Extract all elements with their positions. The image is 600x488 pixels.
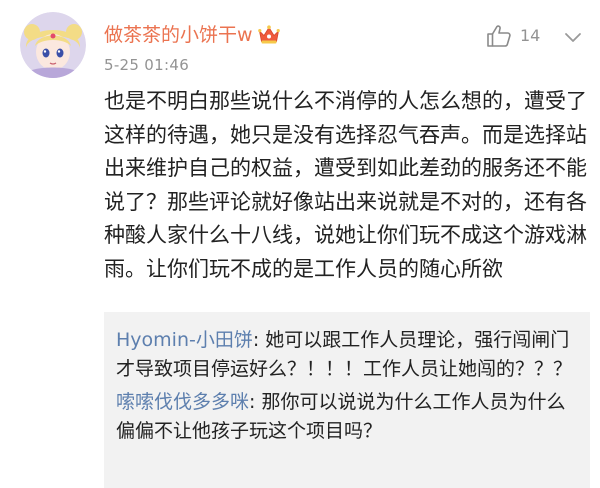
reply-item: Hyomin-小田饼: 她可以跟工作人员理论，强行闯闸门才导致项目停运好么？！！… [116,326,582,385]
comment-card: 做茶茶的小饼干w 5-25 01:46 14 也是不明白那些说什么不消停的人怎么… [0,0,600,488]
reply-item: 嗦嗦伐伐多多咪: 那你可以说说为什么工作人员为什么偏偏不让他孩子玩这个项目吗？ [116,388,582,447]
reply-separator: : [252,329,266,351]
username[interactable]: 做茶茶的小饼干w [104,22,253,48]
like-button[interactable]: 14 [486,24,540,48]
comment-body: 也是不明白那些说什么不消停的人怎么想的，遭受了这样的待遇，她只是没有选择忍气吞声… [104,89,587,281]
more-options-button[interactable] [562,28,584,48]
comment-timestamp: 5-25 01:46 [104,56,190,74]
reply-author[interactable]: 嗦嗦伐伐多多咪 [116,391,249,413]
chevron-down-icon [562,33,584,52]
avatar[interactable] [20,12,86,78]
reply-author[interactable]: Hyomin-小田饼 [116,329,253,351]
thumbs-up-icon [486,24,512,48]
reply-separator: : [249,390,262,413]
crown-icon [257,25,280,45]
username-row: 做茶茶的小饼干w [104,22,280,48]
like-count: 14 [520,26,541,45]
replies-box[interactable]: Hyomin-小田饼: 她可以跟工作人员理论，强行闯闸门才导致项目停运好么？！！… [104,312,590,488]
